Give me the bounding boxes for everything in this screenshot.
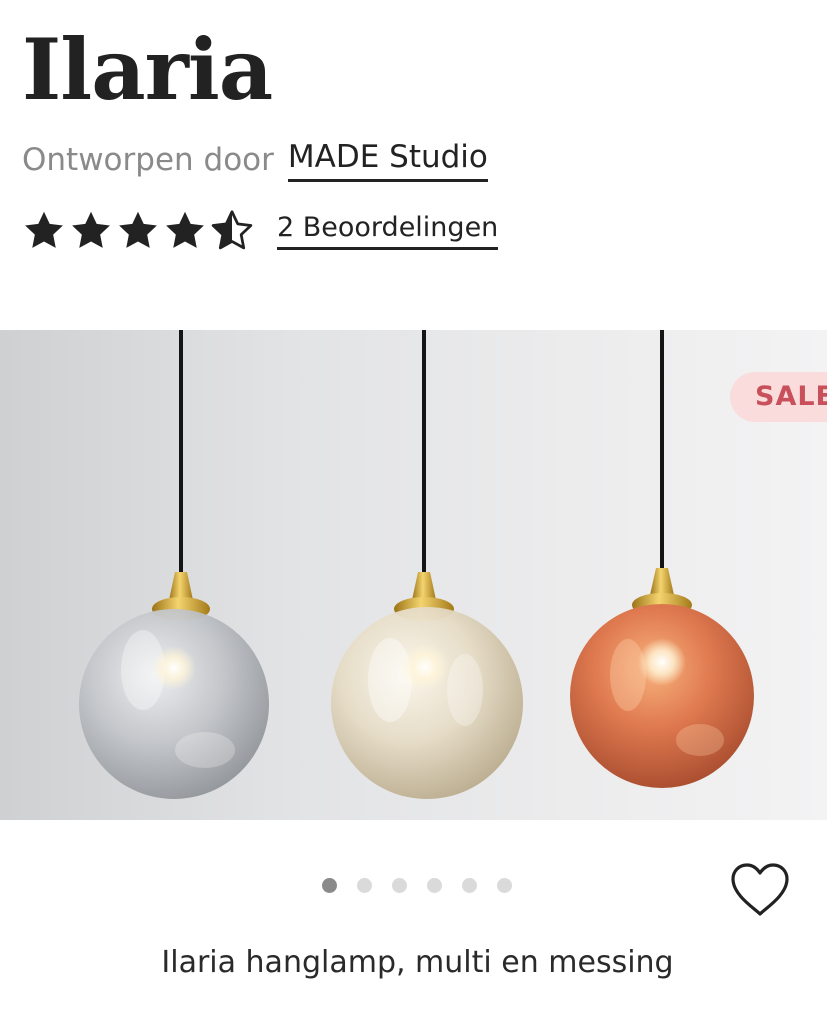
carousel-pagination (322, 877, 532, 893)
star-icon (166, 211, 204, 248)
reviews-link[interactable]: 2 Beoordelingen (277, 212, 499, 250)
sale-badge: SALE (730, 372, 827, 422)
carousel-dot-6[interactable] (497, 877, 512, 893)
designer-prefix: Ontworpen door (22, 142, 274, 178)
carousel-dot-4[interactable] (427, 877, 442, 893)
rating-row: 2 Beoordelingen (22, 204, 499, 258)
wishlist-button[interactable] (728, 860, 792, 920)
half-star-icon (211, 210, 253, 250)
star-icon (72, 211, 110, 248)
designer-row: Ontworpen door MADE Studio (22, 138, 488, 182)
rating-stars[interactable] (22, 209, 257, 253)
product-photo (79, 330, 754, 799)
heart-outline-icon (731, 863, 789, 916)
product-caption: Ilaria hanglamp, multi en messing (161, 945, 674, 980)
star-icon (119, 211, 157, 248)
carousel-dot-5[interactable] (462, 877, 477, 893)
product-title: Ilaria (22, 20, 273, 119)
product-image-carousel[interactable]: SALE (0, 330, 827, 820)
carousel-dot-2[interactable] (357, 877, 372, 893)
designer-link[interactable]: MADE Studio (287, 139, 488, 182)
star-icon (25, 211, 63, 248)
carousel-dot-3[interactable] (392, 877, 407, 893)
carousel-dot-1[interactable] (322, 877, 337, 893)
